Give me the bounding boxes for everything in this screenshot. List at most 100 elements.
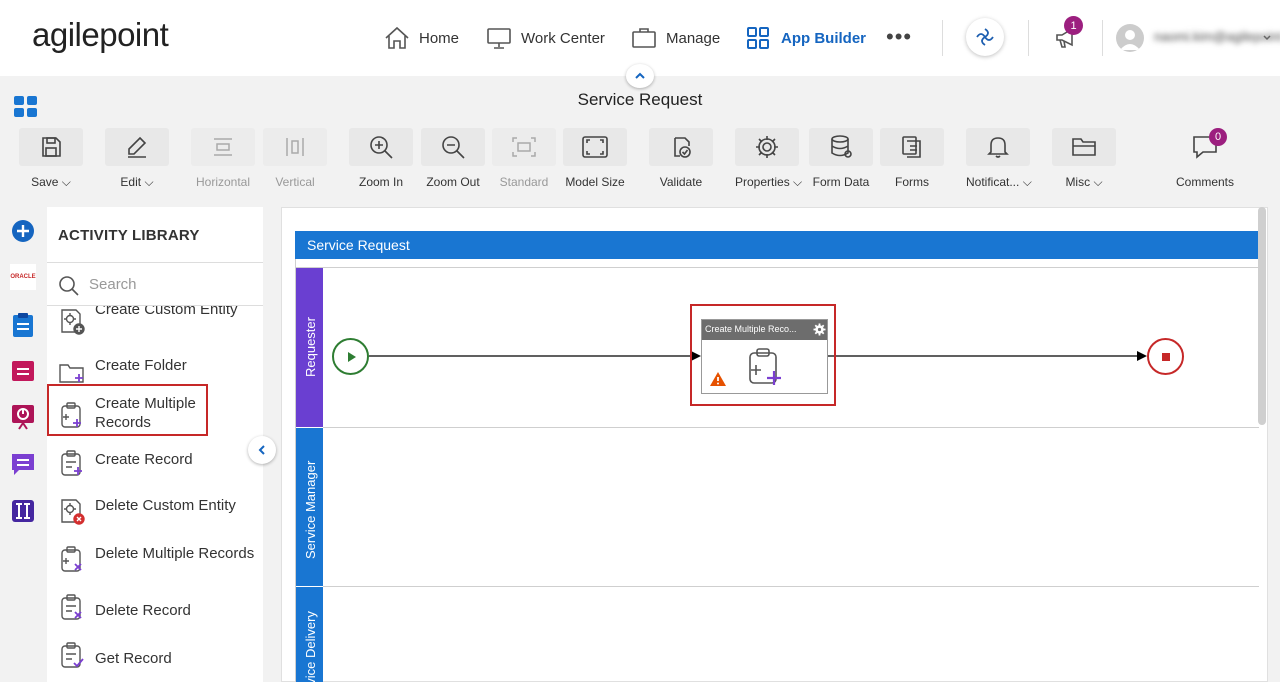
integration-rail-button[interactable] [10,498,36,524]
toolbar-save-button[interactable]: Save ⌵ [19,128,83,190]
toolbar-forms-button[interactable]: Forms [880,128,944,189]
comments-badge: 0 [1209,128,1227,146]
search-input[interactable]: Search [89,276,137,293]
toolbar-horizontal-label: Horizontal [195,175,251,189]
activity-list: Create Custom Entity Create Folder Creat… [47,306,263,682]
vertical-align-icon [286,138,304,156]
search-icon [58,275,80,302]
agilepoint-logo[interactable]: agilepoint [32,16,169,54]
presentation-icon [12,405,34,430]
toolbar-save-label: Save [31,175,59,189]
model-size-icon [582,136,608,158]
database-icon [831,135,852,158]
toolbar-properties-label: Properties [735,175,790,189]
toolbar-misc-label: Misc [1065,175,1091,189]
list-item-label: Create Custom Entity [95,306,238,318]
toolbar-notifications-label: Notificat... [966,175,1020,189]
save-icon [42,137,61,157]
collapse-library-button[interactable] [248,436,276,464]
toolbar-model-size-label: Model Size [565,175,625,189]
activity-library-title: ACTIVITY LIBRARY [58,227,200,244]
list-item-create-record[interactable]: Create Record [47,440,263,488]
presentation-rail-button[interactable] [10,404,36,430]
custom-entity-add-icon [61,309,85,335]
nav-work-center[interactable]: Work Center [486,0,605,76]
lane-header-service-delivery[interactable]: Service Delivery [296,587,323,682]
avatar[interactable] [1116,24,1144,52]
play-icon [347,351,356,362]
lane-label: Service Manager [303,460,318,559]
toolbar-horizontal-button[interactable]: Horizontal [191,128,255,189]
clipboard-rail-button[interactable] [10,312,36,338]
toolbar-zoom-in-button[interactable]: Zoom In [349,128,413,189]
plus-circle-icon [12,220,34,242]
toolbar-notifications-button[interactable]: Notificat... ⌵ [966,128,1032,190]
process-canvas[interactable] [281,207,1268,682]
chevron-left-icon [258,445,265,455]
clipboard-multiple-delete-icon [61,546,82,572]
chat-rail-button[interactable] [10,451,36,477]
nav-home[interactable]: Home [384,0,459,76]
toolbar-comments-button[interactable]: Comments [1173,128,1237,189]
toolbar-properties-button[interactable]: Properties ⌵ [735,128,802,190]
start-event[interactable] [332,338,369,375]
monitor-icon [487,28,511,49]
user-menu-chevron-icon[interactable] [1262,30,1272,48]
toolbar-form-data-button[interactable]: Form Data [809,128,873,189]
list-item-label: Delete Custom Entity [95,497,236,514]
toolbar-standard-label: Standard [499,175,549,189]
gear-icon [756,136,778,158]
toolbar-model-size-button[interactable]: Model Size [563,128,627,189]
zoom-in-icon [370,136,393,159]
toolbar-standard-button[interactable]: Standard [492,128,556,189]
forms-icon [902,136,921,158]
clipboard-icon [13,313,33,337]
toolbar-misc-button[interactable]: Misc ⌵ [1052,128,1116,190]
nav-app-builder-label: App Builder [781,29,866,47]
file-icon [12,361,34,381]
toolbar-form-data-label: Form Data [812,175,870,189]
toolbar-zoom-out-button[interactable]: Zoom Out [421,128,485,189]
end-event[interactable] [1147,338,1184,375]
chat-icon [12,454,34,475]
oracle-rail-button[interactable]: ORACLE [10,264,36,290]
pool-border [295,259,296,682]
clipboard-check-icon [61,642,84,668]
page-title: Service Request [577,90,703,109]
nav-home-label: Home [419,29,460,47]
nav-work-center-label: Work Center [521,29,605,47]
standard-size-icon [512,137,536,157]
list-item-create-custom-entity[interactable]: Create Custom Entity [47,306,263,346]
list-item-get-record[interactable]: Get Record [47,632,263,680]
files-rail-button[interactable] [10,358,36,384]
briefcase-icon [632,28,656,48]
nav-manage-label: Manage [666,29,721,47]
chevron-up-icon [635,72,645,79]
list-item-delete-record[interactable]: Delete Record [47,584,263,632]
collapse-header-button[interactable] [626,64,654,88]
nav-app-builder[interactable]: App Builder [746,0,866,76]
lane-label: Requester [303,317,318,377]
home-icon [385,26,409,49]
lane-header-requester[interactable]: Requester [296,268,323,427]
more-menu-icon[interactable]: ••• [886,24,912,50]
toolbar-zoom-out-label: Zoom Out [426,175,480,189]
list-item-delete-multiple-records[interactable]: Delete Multiple Records [47,536,263,584]
toolbar-edit-label: Edit [120,175,142,189]
chevron-down-icon: ⌵ [1093,175,1103,189]
lane-header-service-manager[interactable]: Service Manager [296,428,323,586]
toolbar-vertical-label: Vertical [275,175,315,189]
lane-divider [296,267,1259,268]
list-item-delete-custom-entity[interactable]: Delete Custom Entity [47,488,263,536]
toolbar-validate-button[interactable]: Validate [649,128,713,189]
add-rail-button[interactable] [10,218,36,244]
pencil-icon [128,136,147,158]
lane-divider [323,427,1259,428]
toolbar-vertical-button[interactable]: Vertical [263,128,327,189]
oracle-logo: ORACLE [10,274,36,280]
pool-header[interactable]: Service Request [295,231,1258,259]
canvas-scrollbar[interactable] [1258,207,1266,425]
agilepoint-support-button[interactable] [966,18,1004,56]
validate-icon [674,137,691,158]
toolbar-edit-button[interactable]: Edit ⌵ [105,128,169,190]
